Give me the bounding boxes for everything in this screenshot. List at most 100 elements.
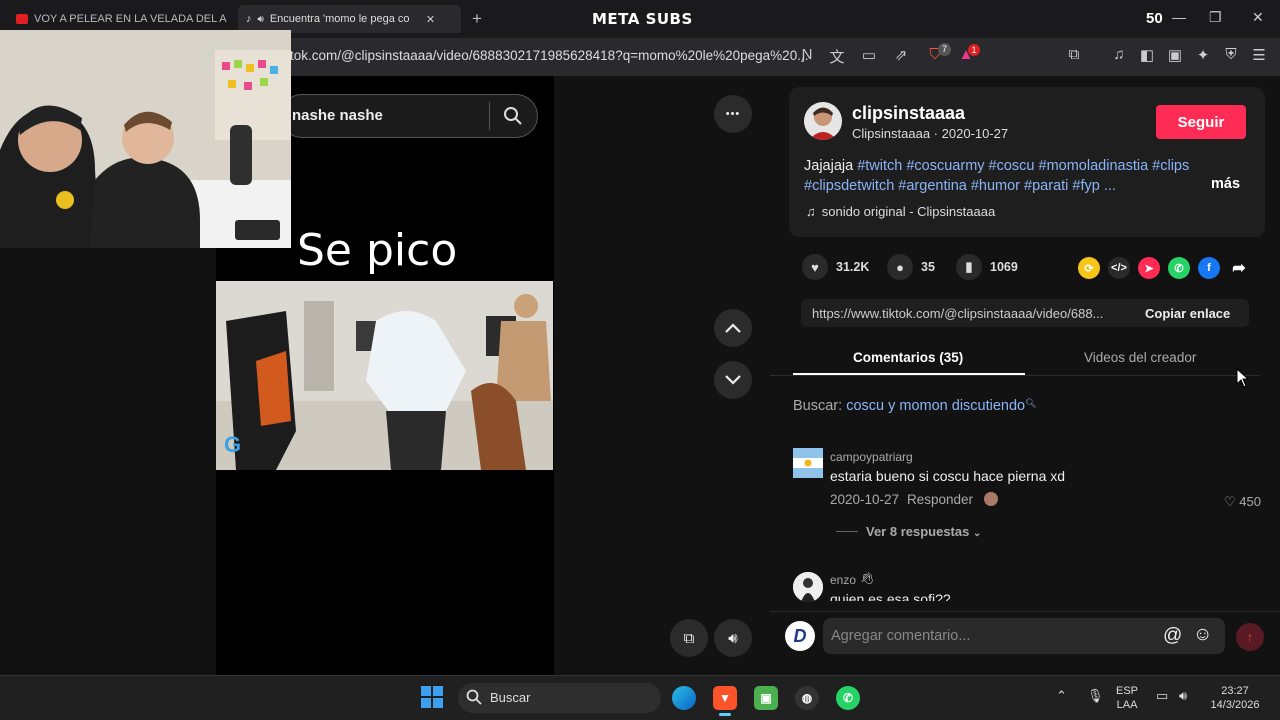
desc-prefix: Jajajaja: [804, 158, 854, 174]
video-clip-frame: [216, 281, 553, 470]
creator-avatar[interactable]: [804, 102, 842, 140]
brave-badge: 7: [938, 43, 951, 56]
comment-placeholder: Agregar comentario...: [831, 628, 971, 644]
hashtags-line-1[interactable]: #twitch #coscuarmy #coscu #momoladinasti…: [857, 158, 1189, 174]
post-comment-button[interactable]: ↑: [1236, 623, 1264, 651]
tab-comments[interactable]: Comentarios (35): [853, 350, 963, 365]
save-stat[interactable]: ▮ 1069: [956, 254, 1018, 280]
window-close-icon[interactable]: ✕: [1252, 9, 1264, 26]
sound-link[interactable]: ♫ sonido original - Clipsinstaaaa: [806, 204, 995, 219]
close-tab-icon[interactable]: ✕: [426, 13, 435, 26]
new-tab-button[interactable]: +: [472, 9, 482, 29]
tab-creator-videos[interactable]: Videos del creador: [1084, 350, 1196, 365]
heart-icon: ♥: [802, 254, 828, 280]
url-field[interactable]: tok.com/@clipsinstaaaa/video/68883021719…: [290, 48, 808, 63]
bookmark-icon: ▮: [956, 254, 982, 280]
suggestion-query: coscu y momon discutiendo: [846, 398, 1026, 414]
clock-date: 14/3/2026: [1210, 699, 1260, 711]
taskbar-search-icon: [466, 689, 482, 710]
copy-link-button[interactable]: Copiar enlace: [1145, 306, 1230, 321]
view-replies-button[interactable]: Ver 8 respuestas ⌄: [866, 524, 981, 539]
embed-icon[interactable]: </>: [1108, 257, 1130, 279]
tab-encuentra[interactable]: ♪ 🔊︎ Encuentra 'momo le pega co ✕: [238, 5, 461, 33]
translate-icon[interactable]: 文: [826, 46, 848, 67]
whatsapp-taskbar-icon[interactable]: ✆: [836, 686, 860, 710]
volume-button[interactable]: 🔊︎: [714, 619, 752, 657]
microphone-icon[interactable]: 🎙︎: [1087, 689, 1104, 703]
like-stat[interactable]: ♥ 31.2K: [802, 254, 869, 280]
taskbar-search[interactable]: [458, 683, 661, 713]
leo-ai-icon[interactable]: ✦: [1192, 46, 1214, 64]
previous-video-button[interactable]: [714, 309, 752, 347]
search-suggestion[interactable]: Buscar: coscu y momon discutiendo🔍︎: [793, 398, 1037, 414]
search-icon[interactable]: [503, 106, 523, 131]
post-description: Jajajaja #twitch #coscuarmy #coscu #momo…: [804, 156, 1244, 196]
network-icon[interactable]: ▭: [1156, 689, 1168, 703]
tabs-divider: [770, 375, 1260, 376]
share-page-icon[interactable]: ⇗: [890, 46, 912, 64]
emoji-icon[interactable]: ☺: [1193, 624, 1212, 646]
post-link[interactable]: https://www.tiktok.com/@clipsinstaaaa/vi…: [812, 306, 1103, 321]
clock-time: 23:27: [1221, 685, 1249, 697]
more-share-icon[interactable]: ➦: [1228, 257, 1250, 279]
commenter-avatar[interactable]: [793, 448, 823, 478]
more-description-link[interactable]: más: [1211, 176, 1240, 192]
reader-mode-icon[interactable]: Ɲ: [796, 46, 818, 63]
wallet-icon[interactable]: ▣: [1164, 46, 1186, 64]
brave-icon[interactable]: ▼: [713, 686, 737, 710]
hashtags-line-2[interactable]: #clipsdetwitch #argentina #humor #parati…: [804, 178, 1116, 194]
commenter-avatar[interactable]: [793, 572, 823, 602]
pip-button[interactable]: ⧉: [670, 619, 708, 657]
comment-username[interactable]: campoypatriarg: [830, 450, 913, 464]
whatsapp-icon[interactable]: ✆: [1168, 257, 1190, 279]
vpn-icon[interactable]: ⛨: [1220, 46, 1242, 63]
comment-like-count: 450: [1239, 494, 1261, 509]
mention-icon[interactable]: @: [1163, 625, 1182, 647]
edge-icon[interactable]: [672, 686, 696, 710]
speaker-icon: 🔊︎: [257, 13, 264, 25]
volume-tray-icon[interactable]: 🔊︎: [1179, 689, 1187, 703]
obs-icon[interactable]: ◍: [795, 686, 819, 710]
media-icon[interactable]: ⧉: [1063, 46, 1085, 63]
show-hidden-icons-icon[interactable]: ⌃: [1056, 689, 1067, 703]
repost-icon[interactable]: ⟳: [1078, 257, 1100, 279]
reply-button[interactable]: Responder: [907, 492, 973, 507]
comment-stat[interactable]: ● 35: [887, 254, 935, 280]
menu-icon[interactable]: ☰: [1248, 46, 1270, 64]
lang-label: ESP: [1116, 685, 1139, 697]
restore-icon[interactable]: ❐: [1209, 9, 1222, 26]
creator-display-name: Clipsinstaaaa: [852, 126, 931, 141]
facebook-icon[interactable]: f: [1198, 257, 1220, 279]
creator-username[interactable]: clipsinstaaaa: [852, 103, 965, 124]
tab-label: Encuentra 'momo le pega co: [269, 13, 410, 25]
comment-count: 35: [921, 260, 935, 274]
alert-badge: 1: [968, 44, 980, 56]
user-avatar[interactable]: D: [785, 621, 815, 651]
heart-outline-icon: ♡: [1224, 494, 1236, 509]
follow-button[interactable]: Seguir: [1156, 105, 1246, 139]
dot-separator: ·: [933, 126, 942, 141]
video-caption: Se pico: [297, 225, 458, 276]
more-options-button[interactable]: •••: [714, 95, 752, 133]
sound-label: sonido original - Clipsinstaaaa: [821, 204, 996, 219]
language-indicator[interactable]: ESP LAA: [1116, 684, 1138, 712]
view-replies-label: Ver 8 respuestas: [866, 524, 970, 539]
next-video-button[interactable]: [714, 361, 752, 399]
creator-subline: Clipsinstaaaa · 2020-10-27: [852, 126, 1008, 141]
tab-voy-a-pelear[interactable]: VOY A PELEAR EN LA VELADA DEL A: [8, 5, 233, 33]
android-app-icon[interactable]: ▣: [754, 686, 778, 710]
creator-liked-avatar: [984, 492, 998, 506]
clock[interactable]: 23:27 14/3/2026: [1206, 684, 1264, 712]
cast-icon[interactable]: ▭: [858, 46, 880, 64]
comment-username[interactable]: enzo: [830, 573, 856, 587]
minimize-icon[interactable]: —: [1172, 9, 1186, 25]
sidebar-icon[interactable]: ◧: [1136, 46, 1158, 64]
music-icon[interactable]: ♫: [1108, 46, 1130, 63]
comment-like[interactable]: ♡ 450: [1224, 494, 1261, 510]
send-icon[interactable]: ➤: [1138, 257, 1160, 279]
search-divider: [489, 102, 490, 130]
comment-icon: ●: [887, 254, 913, 280]
comment-text: estaria bueno si coscu hace pierna xd: [830, 468, 1066, 484]
windows-start-icon[interactable]: [421, 686, 443, 713]
comment-date: 2020-10-27: [830, 492, 900, 507]
